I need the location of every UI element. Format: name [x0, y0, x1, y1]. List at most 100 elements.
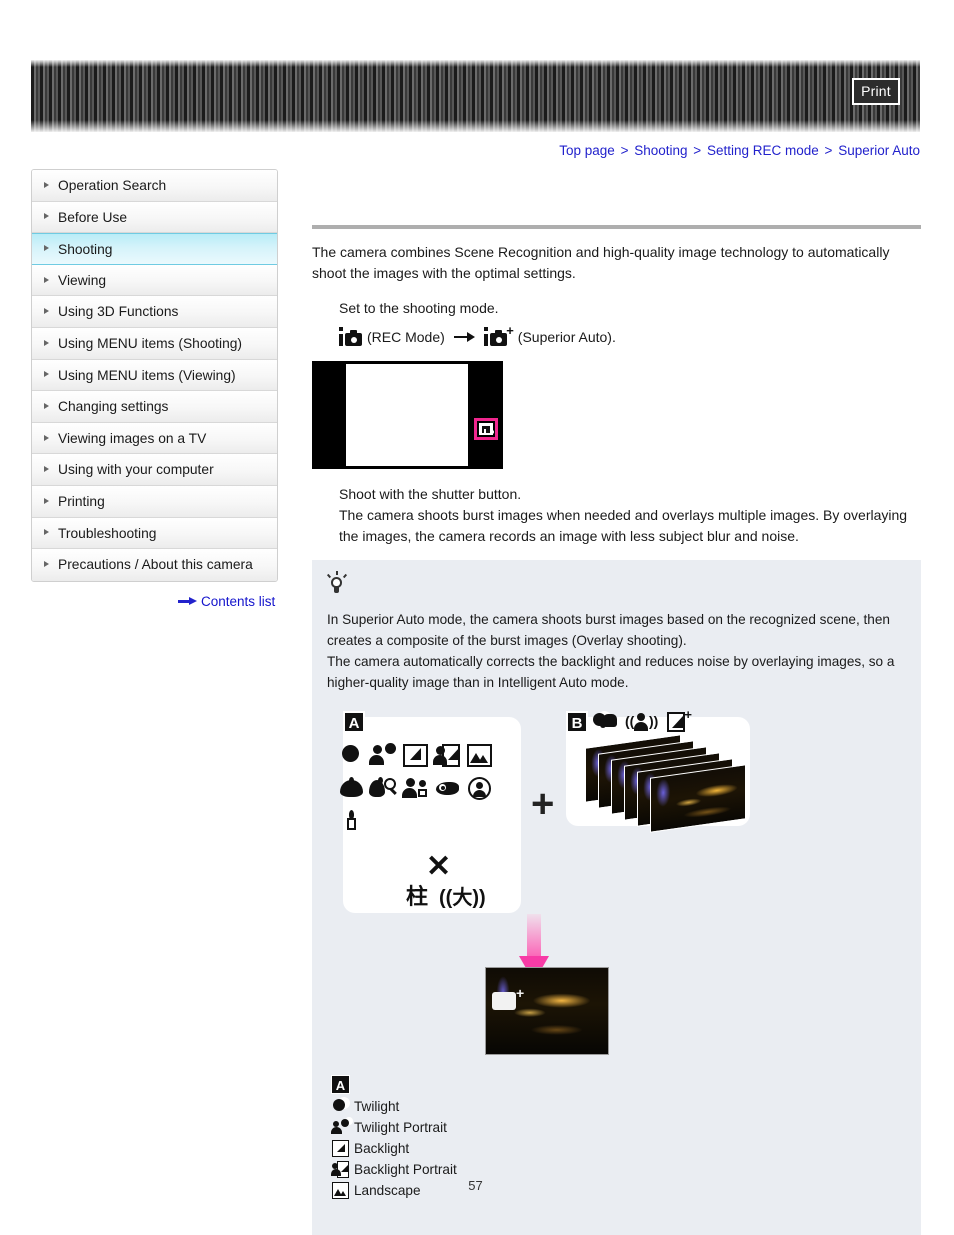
sidebar-item-label: Viewing — [58, 272, 107, 288]
twilight-icon — [331, 1097, 350, 1116]
sidebar-item-using-with-your-computer[interactable]: Using with your computer — [32, 454, 277, 486]
chevron-right-icon — [44, 181, 49, 188]
sidebar-navigation: Operation Search Before Use Shooting Vie… — [31, 169, 278, 582]
panel-b-icon-row: (( )) + — [593, 707, 692, 735]
backlight-portrait-icon — [331, 1160, 350, 1179]
twilight-portrait-icon — [331, 1118, 350, 1137]
legend-row: Backlight Portrait — [331, 1159, 906, 1180]
macro-icon — [337, 774, 366, 803]
sidebar-item-precautions-about-this-camera[interactable]: Precautions / About this camera — [32, 549, 277, 581]
sidebar-item-using-menu-items-viewing[interactable]: Using MENU items (Viewing) — [32, 359, 277, 392]
page-number-value: 57 — [468, 1178, 483, 1193]
chevron-right-icon — [44, 308, 49, 315]
step-one-text: Set to the shooting mode. — [339, 300, 499, 316]
sidebar-item-label: Troubleshooting — [58, 525, 157, 541]
contents-list-label: Contents list — [201, 594, 276, 609]
legend-label: Backlight — [354, 1141, 410, 1156]
sidebar-item-label: Using MENU items (Shooting) — [58, 335, 243, 351]
sidebar-item-label: Printing — [58, 493, 105, 509]
rec-mode-highlight-icon[interactable] — [474, 418, 498, 440]
plus-symbol: + — [531, 782, 555, 826]
intro-paragraph: The camera combines Scene Recognition an… — [312, 244, 890, 281]
header-banner: Print — [31, 60, 920, 132]
portrait-icon — [401, 774, 430, 803]
rec-mode-icon-inner — [479, 423, 494, 435]
i-camera-glyph — [482, 426, 494, 435]
breadcrumb-item-superior-auto[interactable]: Superior Auto — [838, 143, 920, 158]
sidebar-item-operation-search[interactable]: Operation Search — [32, 170, 277, 202]
result-photo-badge — [492, 992, 516, 1010]
contents-list-link[interactable]: Contents list — [178, 594, 275, 609]
breadcrumb-item-setting-rec-mode[interactable]: Setting REC mode — [707, 143, 819, 158]
result-photo-plus-icon: + — [516, 985, 525, 1001]
sidebar-item-printing[interactable]: Printing — [32, 485, 277, 518]
page-number: 57 — [0, 1178, 954, 1193]
legend-row: Twilight Portrait — [331, 1117, 906, 1138]
chevron-right-icon — [44, 213, 49, 220]
chevron-right-icon — [44, 339, 49, 346]
mode-selection-line: (REC Mode) + (Superior Auto). — [339, 324, 921, 349]
sidebar-item-label: Using 3D Functions — [58, 304, 179, 320]
backlight-icon — [331, 1139, 350, 1158]
arrow-right-icon — [453, 331, 478, 343]
sidebar-item-before-use[interactable]: Before Use — [32, 201, 277, 234]
movement-icon: ((大)) — [439, 887, 486, 909]
sidebar-item-troubleshooting[interactable]: Troubleshooting — [32, 517, 277, 550]
main-content: The camera combines Scene Recognition an… — [312, 169, 921, 1235]
twilight-handheld-icon — [593, 709, 619, 735]
eye-icon — [433, 774, 462, 803]
sidebar-item-label: Viewing images on a TV — [58, 430, 207, 446]
legend: A Twilight Twilight Portrait Backlight B… — [327, 1075, 906, 1215]
result-photo: + — [485, 967, 609, 1055]
sidebar-item-viewing-images-on-a-tv[interactable]: Viewing images on a TV — [32, 422, 277, 455]
breadcrumb-separator: > — [824, 143, 833, 158]
sidebar-item-shooting[interactable]: Shooting — [32, 233, 277, 265]
rec-mode-icon — [339, 327, 363, 347]
sidebar-item-label: Precautions / About this camera — [58, 557, 253, 573]
superior-auto-icon: + — [483, 324, 514, 347]
breadcrumb-item-shooting[interactable]: Shooting — [634, 143, 687, 158]
panel-a-badge: A — [343, 711, 365, 733]
print-button[interactable]: Print — [852, 78, 900, 105]
overlay-shooting-diagram: A ✕ 柱 ((大)) + B (()) + + — [327, 707, 906, 1069]
tripod-icon: 柱 — [406, 884, 429, 909]
sidebar-item-label: Using MENU items (Viewing) — [58, 367, 236, 383]
legend-row: Backlight — [331, 1138, 906, 1159]
panel-b-badge: B — [566, 711, 588, 733]
breadcrumb-item-top-page[interactable]: Top page — [559, 143, 615, 158]
sidebar-item-using-3d-functions[interactable]: Using 3D Functions — [32, 296, 277, 328]
backlight-portrait-icon — [433, 741, 462, 770]
legend-label: Twilight Portrait — [354, 1120, 447, 1135]
chevron-right-icon — [44, 402, 49, 409]
twilight-icon — [337, 741, 366, 770]
circle-portrait-icon — [465, 774, 494, 803]
chevron-right-icon — [44, 466, 49, 473]
chevron-right-icon — [44, 497, 49, 504]
chevron-right-icon — [44, 245, 49, 252]
sidebar-item-viewing[interactable]: Viewing — [32, 264, 277, 297]
sidebar-item-label: Before Use — [58, 209, 128, 225]
landscape-icon — [465, 741, 494, 770]
backlight-icon — [401, 741, 430, 770]
x-mark-icon: ✕ — [426, 850, 452, 883]
legend-row: Twilight — [331, 1096, 906, 1117]
tip-paragraph-2: The camera automatically corrects the ba… — [327, 654, 895, 690]
backlight-plus-icon: + — [665, 707, 692, 735]
camera-screen-illustration — [312, 361, 503, 469]
rec-mode-label: (REC Mode) — [367, 329, 445, 345]
sidebar-item-changing-settings[interactable]: Changing settings — [32, 391, 277, 423]
chevron-right-icon — [44, 371, 49, 378]
breadcrumb: Top page > Shooting > Setting REC mode >… — [559, 143, 920, 158]
breadcrumb-separator: > — [620, 143, 629, 158]
macro-magnifier-icon — [369, 774, 398, 803]
chevron-right-icon — [44, 561, 49, 568]
sidebar-item-label: Operation Search — [58, 178, 167, 193]
step-two-detail: The camera shoots burst images when need… — [339, 507, 908, 544]
sidebar-item-using-menu-items-shooting[interactable]: Using MENU items (Shooting) — [32, 327, 277, 360]
twilight-portrait-icon — [369, 741, 398, 770]
step-two-text: Shoot with the shutter button. — [339, 486, 522, 502]
chevron-right-icon — [44, 529, 49, 536]
legend-badge-a: A — [331, 1075, 350, 1094]
sidebar-item-label: Changing settings — [58, 399, 169, 415]
arrow-right-icon — [178, 597, 198, 606]
